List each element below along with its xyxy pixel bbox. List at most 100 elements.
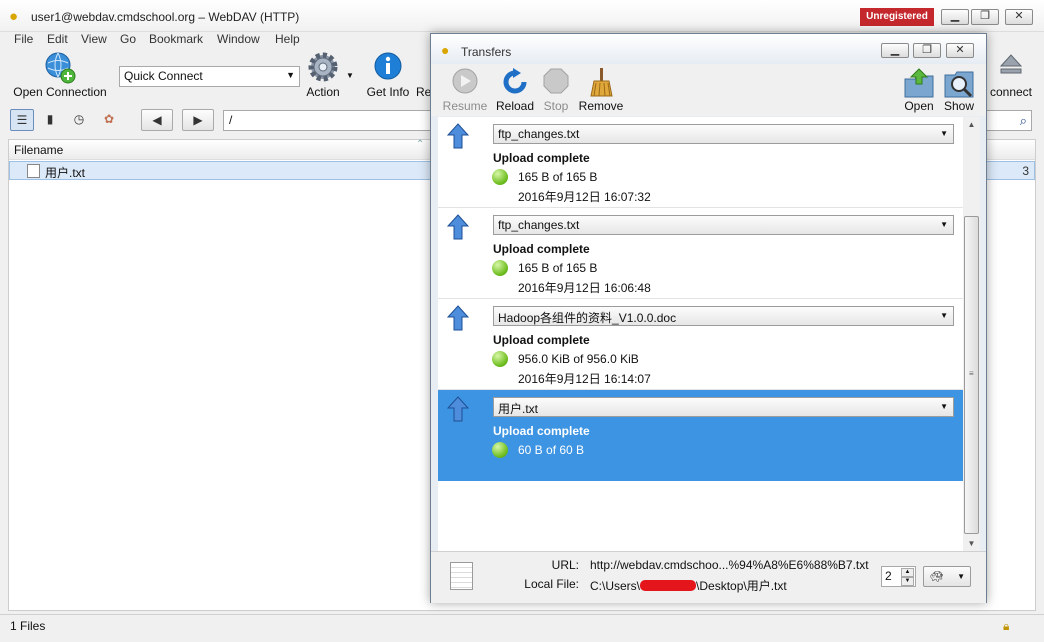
resume-button[interactable]: Resume [440,64,490,114]
transfer-date: 2016年9月12日 16:14:07 [518,372,651,386]
transfer-size: 60 B of 60 B [518,443,585,457]
open-button[interactable]: Open [901,64,937,114]
quick-connect-combobox[interactable]: Quick Connect ▼ [119,66,300,87]
transfer-file-select[interactable]: ftp_changes.txt ▼ [493,124,954,144]
upload-arrow-icon [447,396,469,422]
scroll-up-icon[interactable]: ▲ [963,117,980,132]
list-item[interactable]: ftp_changes.txt ▼ Upload complete 165 B … [438,117,963,208]
url-value: http://webdav.cmdschoo...%94%A8%E6%88%B7… [590,558,869,572]
close-button[interactable]: ✕ [1005,9,1033,25]
show-button[interactable]: Show [940,64,978,114]
get-info-button[interactable]: Get Info [364,49,412,101]
menu-view[interactable]: View [81,32,107,46]
disconnect-label: connect [989,85,1033,99]
tree-list-icon: ☰ [16,113,28,127]
connections-value: 2 [885,569,892,583]
menu-help[interactable]: Help [275,32,300,46]
bookmarks-button[interactable]: ▮ [38,109,62,131]
file-name: 用户.txt [45,166,86,180]
scroll-thumb[interactable]: ≡ [964,216,979,534]
transfer-file-select[interactable]: ftp_changes.txt ▼ [493,215,954,235]
transfers-maximize-button[interactable]: ❐ [913,43,941,58]
quick-connect-value: Quick Connect [124,69,203,83]
transfer-size: 165 B of 165 B [518,170,598,184]
upload-arrow-icon [447,305,469,331]
bookmark-icon: ▮ [46,112,54,126]
duck-app-icon: ● [9,8,19,25]
folder-open-icon [904,68,934,98]
open-connection-button[interactable]: Open Connection [10,49,110,101]
upload-arrow-icon [447,214,469,240]
upload-arrow-icon [447,123,469,149]
eject-icon [999,54,1023,74]
action-dropdown-arrow-icon[interactable]: ▼ [346,71,354,80]
transfer-list[interactable]: ftp_changes.txt ▼ Upload complete 165 B … [438,117,963,551]
redaction-mark [640,580,697,591]
menu-bookmark[interactable]: Bookmark [149,32,203,46]
get-info-label: Get Info [366,85,410,99]
lock-icon: 🔒︎ [1003,619,1010,633]
search-input[interactable]: ⌕ [985,110,1032,131]
stepper-up-icon[interactable]: ▲ [901,568,914,577]
list-item-selected[interactable]: 用户.txt ▼ Upload complete 60 B of 60 B [438,390,963,481]
globe-add-icon [45,52,76,84]
forward-button[interactable]: ▶ [182,109,214,131]
vertical-scrollbar[interactable]: ▲ ≡ ▼ [963,117,980,551]
status-text: 1 Files [10,619,46,633]
list-item[interactable]: ftp_changes.txt ▼ Upload complete 165 B … [438,208,963,299]
browser-view-button[interactable]: ☰ [10,109,34,131]
sort-ascending-icon: ⌃ [416,139,425,150]
bonjour-button[interactable]: ✿ [97,109,121,131]
history-button[interactable]: ◷ [67,109,91,131]
reload-icon [503,68,527,94]
connections-stepper[interactable]: 2 ▲ ▼ [881,566,916,587]
disconnect-button[interactable]: connect [986,49,1036,101]
back-button[interactable]: ◀ [141,109,173,131]
transfers-title: Transfers [461,45,512,59]
column-filename[interactable]: Filename [14,143,63,157]
remove-label: Remove [578,99,624,113]
local-path-suffix: \Desktop\用户.txt [696,579,787,593]
file-size: 3 [1022,164,1029,178]
open-connection-label: Open Connection [13,85,107,99]
minimize-button[interactable]: ▁ [941,9,969,25]
unregistered-badge[interactable]: Unregistered [860,8,934,26]
complete-status-icon [492,442,508,458]
search-icon: ⌕ [1019,113,1027,128]
local-file-label: Local File: [524,577,579,591]
transfers-minimize-button[interactable]: ▁ [881,43,909,58]
transfer-file-select[interactable]: Hadoop各组件的资料_V1.0.0.doc ▼ [493,306,954,326]
maximize-button[interactable]: ❐ [971,9,999,25]
info-icon [374,52,402,80]
transfers-close-button[interactable]: ✕ [946,43,974,58]
url-label: URL: [551,558,579,572]
duck-app-icon: ● [441,42,450,58]
path-combobox[interactable]: / [223,110,443,131]
bandwidth-select[interactable]: 🐢︎ ▼ [923,566,971,587]
chevron-down-icon: ▼ [957,572,965,581]
stop-button[interactable]: Stop [539,64,573,114]
stepper-down-icon[interactable]: ▼ [901,577,914,586]
menu-window[interactable]: Window [217,32,260,46]
broom-icon [590,68,613,97]
menu-go[interactable]: Go [120,32,136,46]
menu-edit[interactable]: Edit [47,32,68,46]
grip-icon: ≡ [969,369,974,378]
chevron-down-icon[interactable]: ▼ [286,70,295,80]
transfer-file-select[interactable]: 用户.txt ▼ [493,397,954,417]
remove-button[interactable]: Remove [577,64,625,114]
transfer-status: Upload complete [493,424,590,438]
reload-button[interactable]: Reload [494,64,536,114]
transfer-size: 165 B of 165 B [518,261,598,275]
menu-file[interactable]: File [14,32,33,46]
open-label: Open [904,99,934,113]
text-file-icon [27,164,40,178]
chevron-down-icon: ▼ [940,311,948,320]
list-item[interactable]: Hadoop各组件的资料_V1.0.0.doc ▼ Upload complet… [438,299,963,390]
scroll-down-icon[interactable]: ▼ [963,536,980,551]
title-bar: ● user1@webdav.cmdschool.org – WebDAV (H… [0,0,1044,32]
transfer-status: Upload complete [493,151,590,165]
action-button[interactable]: Action [300,49,346,101]
transfer-file-name: 用户.txt [498,402,539,416]
action-label: Action [306,85,340,99]
